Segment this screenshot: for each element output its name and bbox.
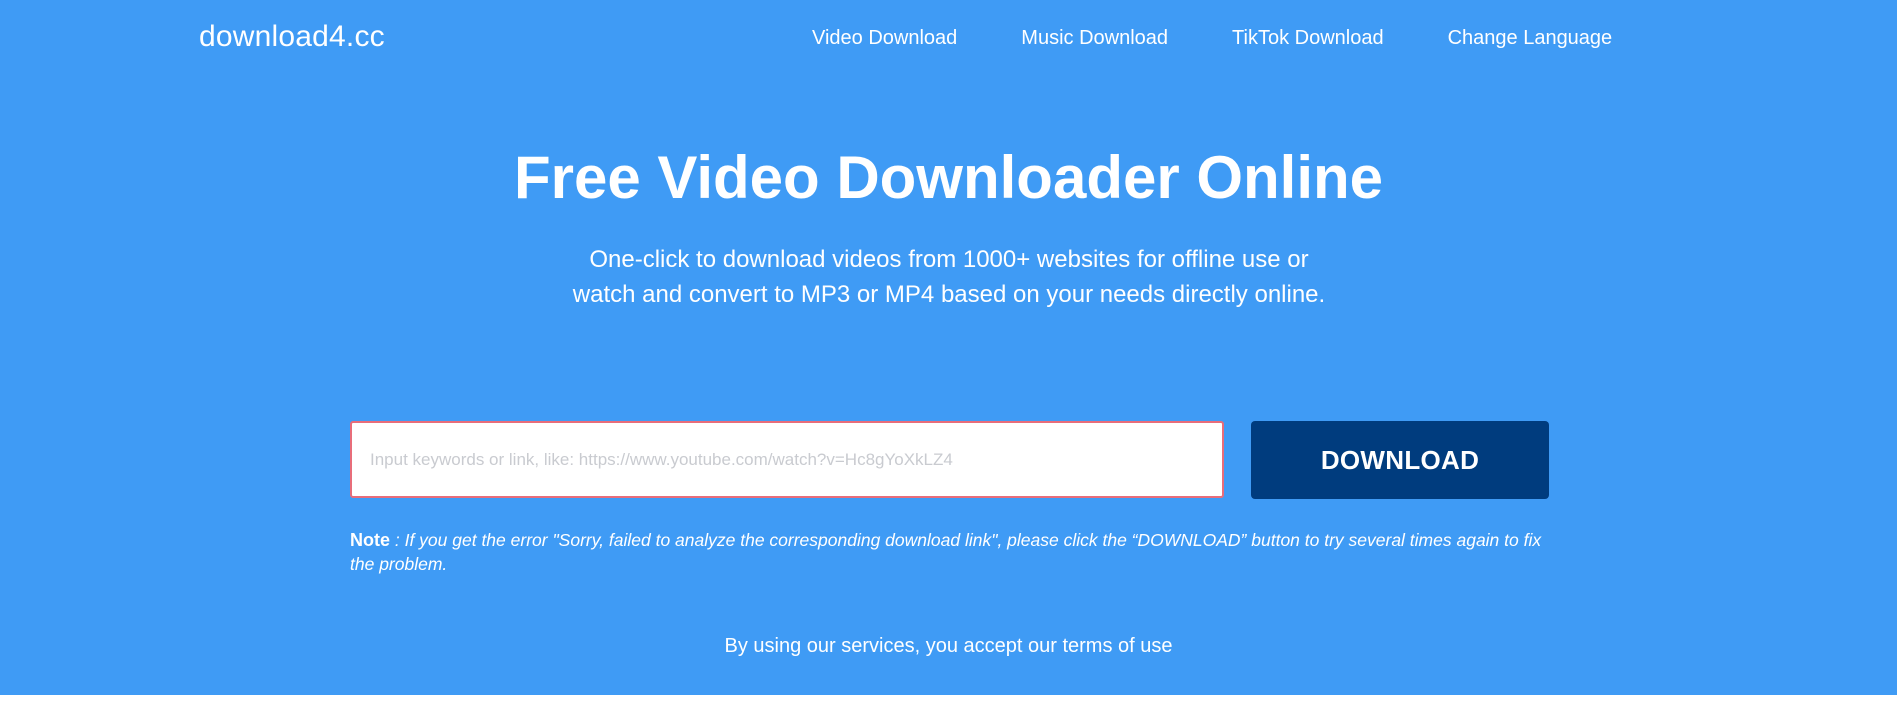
site-logo[interactable]: download4.cc (199, 20, 385, 54)
note-separator: : (390, 530, 405, 550)
download-button[interactable]: DOWNLOAD (1251, 421, 1549, 499)
terms-of-use-link[interactable]: By using our services, you accept our te… (725, 635, 1173, 657)
nav-music-download[interactable]: Music Download (1021, 27, 1168, 50)
nav-video-download[interactable]: Video Download (812, 27, 957, 50)
search-input[interactable] (350, 421, 1224, 498)
note-label: Note (350, 530, 390, 550)
main-nav: Video Download Music Download TikTok Dow… (812, 27, 1612, 50)
error-note: Note : If you get the error "Sorry, fail… (350, 528, 1550, 576)
note-text: If you get the error "Sorry, failed to a… (350, 530, 1542, 574)
page-subtitle: One-click to download videos from 1000+ … (572, 246, 1326, 308)
page-title: Free Video Downloader Online (513, 144, 1384, 211)
nav-change-language[interactable]: Change Language (1448, 27, 1613, 50)
nav-tiktok-download[interactable]: TikTok Download (1232, 27, 1384, 50)
hero-section: download4.cc Video Download Music Downlo… (0, 0, 1897, 695)
terms-notice: By using our services, you accept our te… (0, 635, 1897, 658)
